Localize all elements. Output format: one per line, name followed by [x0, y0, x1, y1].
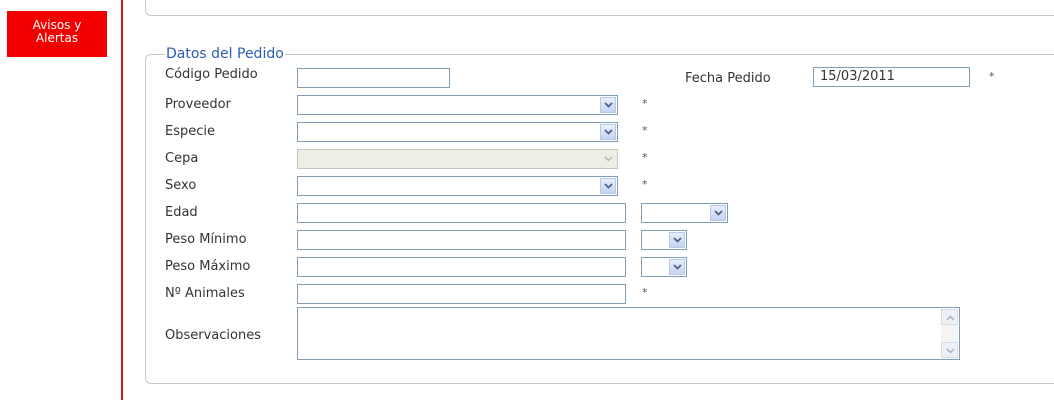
especie-label: Especie — [165, 124, 215, 139]
peso-max-label: Peso Máximo — [165, 259, 251, 274]
peso-min-unit-select[interactable] — [641, 230, 687, 250]
edad-label: Edad — [165, 205, 198, 220]
sidebar-divider — [121, 0, 123, 400]
chevron-down-icon[interactable] — [710, 205, 726, 221]
proveedor-select[interactable] — [297, 95, 618, 115]
chevron-down-icon[interactable] — [669, 259, 685, 275]
peso-min-label: Peso Mínimo — [165, 232, 247, 247]
peso-min-input[interactable] — [297, 230, 626, 250]
sexo-select[interactable] — [297, 176, 618, 196]
fecha-label: Fecha Pedido — [685, 71, 771, 86]
edad-unit-select[interactable] — [641, 203, 728, 223]
alerts-button[interactable]: Avisos y Alertas — [7, 11, 107, 57]
edad-input[interactable] — [297, 203, 626, 223]
fecha-required-mark: * — [989, 70, 995, 83]
cepa-select — [297, 149, 618, 169]
proveedor-required-mark: * — [642, 97, 648, 110]
chevron-down-icon[interactable] — [600, 178, 616, 194]
observaciones-textarea[interactable] — [297, 307, 960, 360]
chevron-down-icon[interactable] — [600, 124, 616, 140]
animales-required-mark: * — [642, 286, 648, 299]
sexo-required-mark: * — [642, 178, 648, 191]
fecha-input[interactable]: 15/03/2011 — [813, 67, 970, 87]
top-panel — [145, 0, 1054, 16]
animales-label: Nº Animales — [165, 286, 245, 301]
cepa-label: Cepa — [165, 151, 199, 166]
animales-input[interactable] — [297, 284, 626, 304]
fieldset-legend: Datos del Pedido — [165, 46, 285, 62]
especie-select[interactable] — [297, 122, 618, 142]
peso-max-input[interactable] — [297, 257, 626, 277]
scroll-up-icon[interactable] — [941, 309, 958, 325]
proveedor-label: Proveedor — [165, 97, 231, 112]
textarea-scrollbar[interactable] — [941, 309, 958, 358]
observaciones-label: Observaciones — [165, 328, 261, 343]
sexo-label: Sexo — [165, 178, 197, 193]
peso-max-unit-select[interactable] — [641, 257, 687, 277]
chevron-down-icon[interactable] — [600, 97, 616, 113]
especie-required-mark: * — [642, 124, 648, 137]
alerts-button-line2: Alertas — [35, 31, 79, 45]
codigo-label: Código Pedido — [165, 67, 258, 82]
codigo-input[interactable] — [297, 68, 450, 88]
scroll-down-icon[interactable] — [941, 342, 958, 358]
chevron-down-icon — [600, 151, 616, 167]
cepa-required-mark: * — [642, 151, 648, 164]
chevron-down-icon[interactable] — [669, 232, 685, 248]
